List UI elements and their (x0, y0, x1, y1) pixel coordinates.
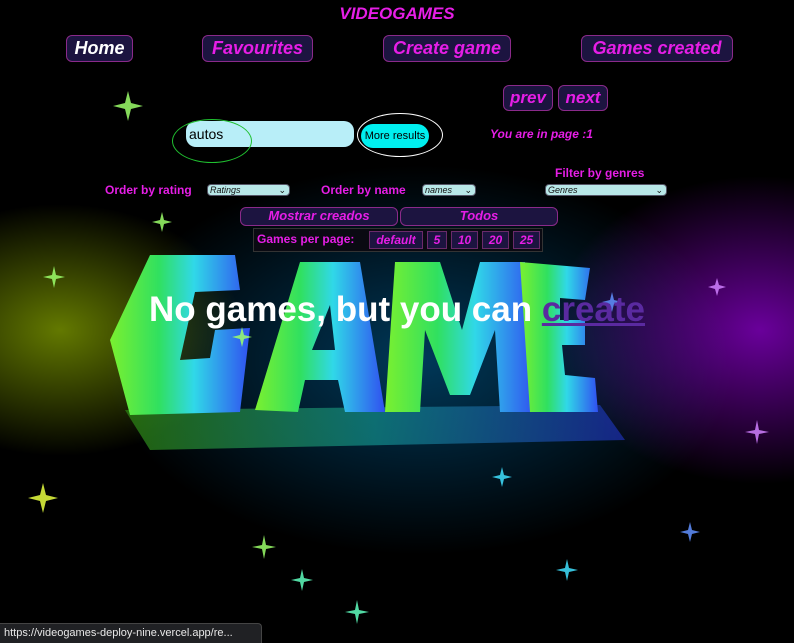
order-rating-label: Order by rating (105, 183, 192, 197)
nav-games-created-button[interactable]: Games created (581, 35, 733, 62)
per-page-10-button[interactable]: 10 (451, 231, 478, 249)
nav-favourites-button[interactable]: Favourites (202, 35, 313, 62)
games-per-page-bar: Games per page: default 5 10 20 25 (253, 228, 543, 252)
browser-status-url: https://videogames-deploy-nine.vercel.ap… (0, 623, 262, 643)
games-per-page-label: Games per page: (257, 232, 355, 246)
chevron-down-icon: ⌄ (278, 185, 286, 195)
search-input[interactable] (186, 121, 354, 147)
empty-state-text: No games, but you can (149, 290, 542, 329)
show-all-button[interactable]: Todos (400, 207, 558, 226)
app-title: VIDEOGAMES (339, 4, 455, 23)
nav-create-game-button[interactable]: Create game (383, 35, 511, 62)
show-created-button[interactable]: Mostrar creados (240, 207, 398, 226)
order-name-value: names (425, 185, 453, 195)
nav-home-button[interactable]: Home (66, 35, 133, 62)
more-results-button[interactable]: More results (361, 124, 429, 148)
order-name-select[interactable]: names ⌄ (422, 184, 476, 196)
order-rating-select[interactable]: Ratings ⌄ (207, 184, 290, 196)
chevron-down-icon: ⌄ (655, 185, 663, 195)
genres-value: Genres (548, 185, 578, 195)
per-page-default-button[interactable]: default (369, 231, 423, 249)
order-rating-value: Ratings (210, 185, 241, 195)
chevron-down-icon: ⌄ (464, 185, 472, 195)
per-page-20-button[interactable]: 20 (482, 231, 509, 249)
per-page-25-button[interactable]: 25 (513, 231, 540, 249)
genres-select[interactable]: Genres ⌄ (545, 184, 667, 196)
next-page-button[interactable]: next (558, 85, 608, 111)
order-name-label: Order by name (321, 183, 406, 197)
page-indicator: You are in page :1 (490, 127, 593, 141)
empty-state-message: No games, but you can create (0, 290, 794, 330)
create-link[interactable]: create (542, 290, 645, 329)
per-page-5-button[interactable]: 5 (427, 231, 447, 249)
genres-filter-label: Filter by genres (555, 166, 645, 180)
prev-page-button[interactable]: prev (503, 85, 553, 111)
